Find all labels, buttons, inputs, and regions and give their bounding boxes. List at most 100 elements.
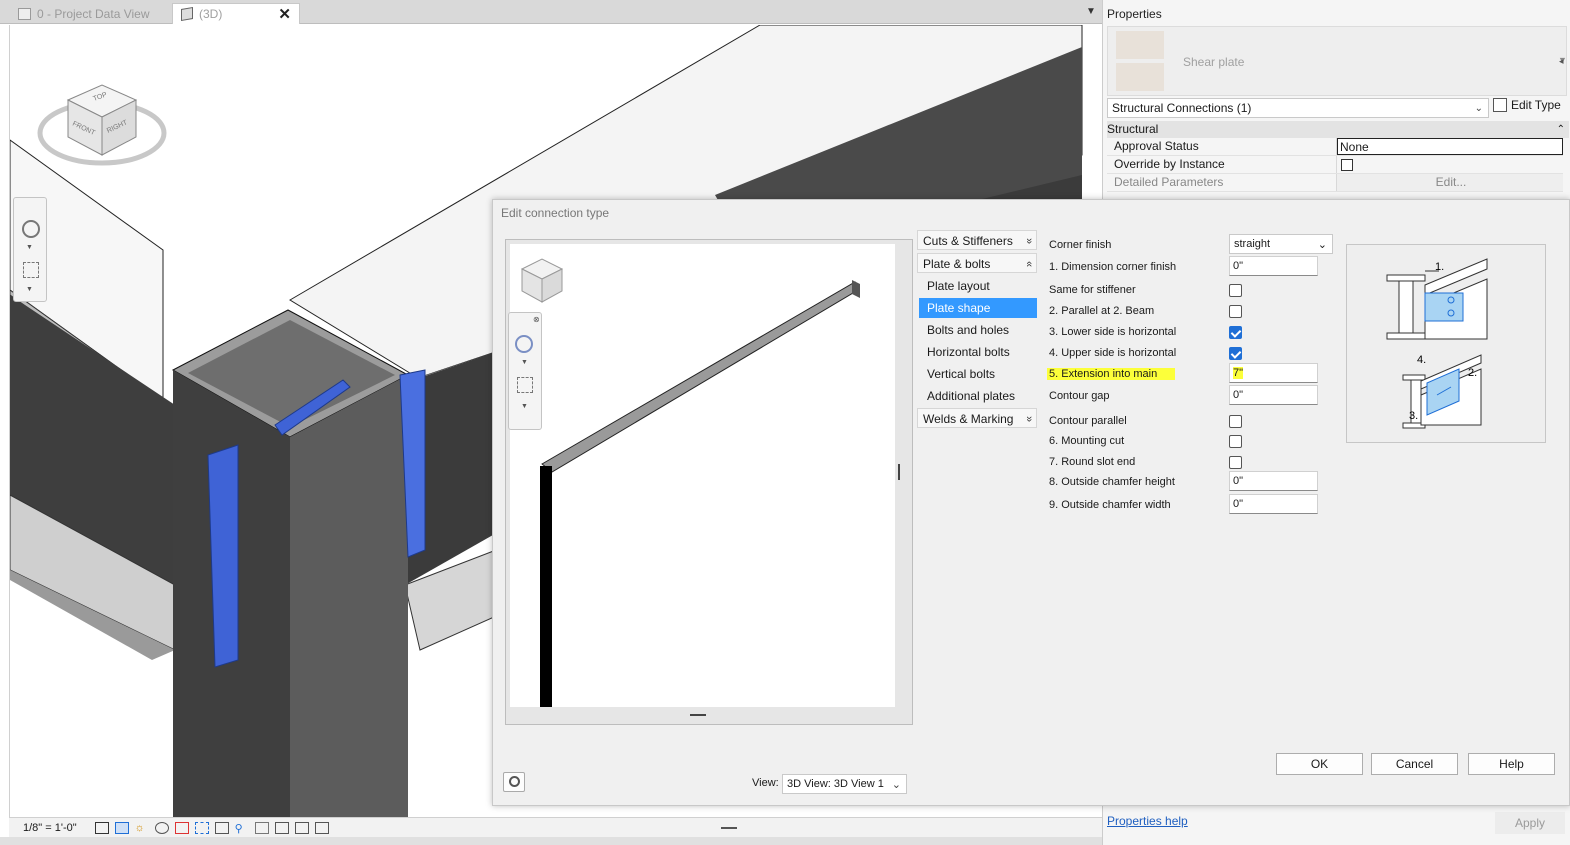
property-row: Approval Status None — [1107, 138, 1563, 156]
horizontal-scrollbar[interactable] — [0, 837, 1102, 845]
type-selector[interactable]: Shear plate ▼ — [1107, 26, 1567, 96]
tab-dropdown-icon[interactable]: ▼ — [1086, 6, 1096, 17]
column-right-face — [290, 375, 408, 820]
ok-button[interactable]: OK — [1276, 753, 1363, 775]
close-icon[interactable]: ✕ — [278, 5, 291, 23]
nav-label: Vertical bolts — [927, 367, 996, 381]
chevron-down-icon: ⌄ — [1474, 102, 1483, 114]
viewcube-icon: TOP FRONT RIGHT — [37, 84, 167, 166]
close-icon[interactable]: ⊗ — [533, 315, 540, 324]
chevron-down-icon[interactable]: ▼ — [26, 286, 33, 293]
override-checkbox[interactable] — [1341, 159, 1353, 171]
param-checkbox[interactable] — [1229, 284, 1242, 297]
preview-splitter-vertical[interactable] — [898, 464, 900, 480]
detail-level-icon[interactable] — [94, 821, 109, 834]
param-input[interactable]: 7" — [1229, 363, 1318, 383]
param-label: Same for stiffener — [1049, 284, 1136, 296]
chevron-down-icon: ⌄ — [1317, 238, 1327, 251]
param-value: 0" — [1233, 498, 1244, 510]
param-checkbox[interactable] — [1229, 435, 1242, 448]
zoom-region-icon[interactable] — [23, 262, 39, 278]
steering-wheel-icon[interactable] — [22, 220, 40, 238]
resize-handle[interactable] — [721, 827, 737, 829]
temporary-view-icon[interactable] — [274, 821, 289, 834]
crop-view-icon[interactable] — [174, 821, 189, 834]
dialog-title: Edit connection type — [501, 206, 610, 220]
preview-beam-end — [852, 280, 860, 298]
view-dropdown-value: 3D View: 3D View 1 — [787, 778, 884, 790]
nav-additional-plates[interactable]: Additional plates — [919, 386, 1037, 406]
navigation-wheel-button[interactable] — [503, 772, 525, 792]
diagram-label-2: 2. — [1468, 367, 1477, 379]
chevron-down-icon[interactable]: ▼ — [521, 403, 528, 410]
nav-bolts-and-holes[interactable]: Bolts and holes — [919, 320, 1037, 340]
param-checkbox[interactable] — [1229, 347, 1242, 360]
help-button[interactable]: Help — [1468, 753, 1555, 775]
param-checkbox[interactable] — [1229, 456, 1242, 469]
param-value: 0" — [1233, 475, 1244, 487]
visual-style-icon[interactable] — [114, 821, 129, 834]
nav-plate-bolts[interactable]: Plate & bolts « — [917, 253, 1037, 273]
type-name: Shear plate — [1183, 55, 1245, 69]
nav-plate-layout[interactable]: Plate layout — [919, 276, 1037, 296]
param-label: 1. Dimension corner finish — [1049, 261, 1177, 273]
reveal-hidden-icon[interactable] — [254, 821, 269, 834]
tab-3d[interactable]: (3D) ✕ — [172, 3, 300, 24]
hide-isolate-icon[interactable]: ⚲ — [235, 822, 249, 835]
collapse-chevron-icon[interactable]: « — [1019, 261, 1039, 267]
instance-filter-dropdown[interactable]: Structural Connections (1) ⌄ — [1107, 98, 1489, 118]
expand-chevron-icon[interactable]: » — [1019, 416, 1039, 422]
param-input[interactable]: 0" — [1229, 256, 1318, 276]
param-label: 7. Round slot end — [1049, 456, 1136, 468]
sun-path-icon[interactable]: ☼ — [135, 822, 149, 834]
nav-horizontal-bolts[interactable]: Horizontal bolts — [919, 342, 1037, 362]
preview-viewport[interactable]: ⊗ ▼ ▼ — [505, 239, 913, 725]
view-label: View: — [752, 777, 779, 789]
group-label: Structural — [1107, 122, 1159, 136]
edit-type-button[interactable]: Edit Type — [1493, 98, 1561, 112]
property-row: Override by Instance — [1107, 156, 1563, 174]
nav-label: Cuts & Stiffeners — [923, 234, 1013, 248]
property-label: Override by Instance — [1107, 156, 1337, 173]
cancel-button[interactable]: Cancel — [1371, 753, 1458, 775]
param-checkbox[interactable] — [1229, 305, 1242, 318]
chevron-down-icon[interactable]: ▼ — [521, 359, 528, 366]
apply-button[interactable]: Apply — [1495, 812, 1565, 834]
nav-label: Additional plates — [927, 389, 1016, 403]
nav-vertical-bolts[interactable]: Vertical bolts — [919, 364, 1037, 384]
group-header-structural[interactable]: Structural ⌃ — [1107, 121, 1569, 138]
preview-splitter-horizontal[interactable] — [690, 714, 706, 716]
tab-project-data-view[interactable]: 0 - Project Data View — [10, 3, 158, 24]
param-label: 6. Mounting cut — [1049, 435, 1125, 447]
analytical-model-icon[interactable] — [294, 821, 309, 834]
collapse-icon[interactable]: ⌃ — [1557, 121, 1565, 138]
diagram-label-4: 4. — [1417, 354, 1426, 366]
nav-label: Plate layout — [927, 279, 990, 293]
param-checkbox[interactable] — [1229, 415, 1242, 428]
expand-chevron-icon[interactable]: » — [1019, 238, 1039, 244]
property-label: Detailed Parameters — [1107, 174, 1337, 191]
nav-cuts-stiffeners[interactable]: Cuts & Stiffeners » — [917, 230, 1037, 250]
shadows-icon[interactable] — [154, 821, 169, 834]
approval-status-field[interactable]: None — [1337, 138, 1563, 155]
view-dropdown[interactable]: 3D View: 3D View 1 ⌄ — [782, 774, 907, 794]
param-input[interactable]: 0" — [1229, 494, 1318, 514]
nav-plate-shape[interactable]: Plate shape — [919, 298, 1037, 318]
detailed-parameters-button[interactable]: Edit... — [1337, 174, 1563, 191]
parameter-diagram: 1. 2. 3. 4. — [1346, 244, 1546, 443]
steering-wheel-icon[interactable] — [515, 335, 533, 353]
zoom-region-icon[interactable] — [517, 377, 533, 393]
corner-finish-dropdown[interactable]: straight ⌄ — [1229, 234, 1333, 254]
show-crop-icon[interactable] — [194, 821, 209, 834]
lock-view-icon[interactable] — [214, 821, 229, 834]
scroll-arrow-icon[interactable]: ◂ — [1559, 56, 1564, 67]
chevron-down-icon[interactable]: ▼ — [26, 244, 33, 251]
param-value: 0" — [1233, 260, 1244, 272]
view-scale[interactable]: 1/8" = 1'-0" — [23, 822, 77, 834]
param-input[interactable]: 0" — [1229, 385, 1318, 405]
properties-help-link[interactable]: Properties help — [1107, 814, 1188, 828]
param-checkbox[interactable] — [1229, 326, 1242, 339]
nav-welds-marking[interactable]: Welds & Marking » — [917, 408, 1037, 428]
param-input[interactable]: 0" — [1229, 471, 1318, 491]
constraints-icon[interactable] — [314, 821, 329, 834]
